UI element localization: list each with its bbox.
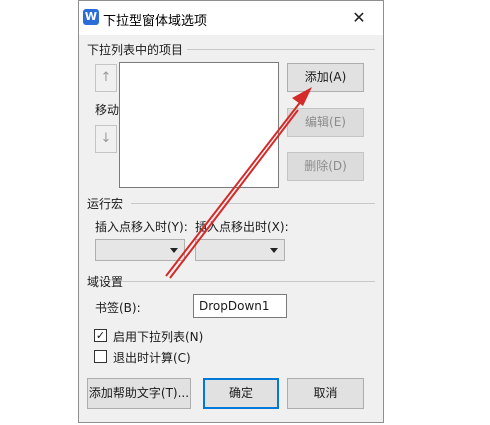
move-label: 移动 bbox=[95, 103, 120, 117]
exit-macro-label: 插入点移出时(X): bbox=[195, 220, 289, 234]
check-icon: ✓ bbox=[95, 329, 106, 342]
run-macro-group-title: 运行宏 bbox=[87, 197, 124, 211]
bookmark-input[interactable]: DropDown1 bbox=[193, 294, 287, 318]
move-up-button[interactable]: ↑ bbox=[95, 64, 117, 92]
dialog-title: 下拉型窗体域选项 bbox=[103, 14, 208, 29]
dropdown-items-listbox[interactable] bbox=[119, 62, 279, 188]
field-settings-group-title: 域设置 bbox=[87, 275, 124, 289]
exit-macro-select[interactable] bbox=[195, 239, 285, 261]
arrow-down-icon: ↓ bbox=[100, 131, 112, 146]
edit-button[interactable]: 编辑(E) bbox=[287, 108, 364, 137]
wps-writer-icon: W bbox=[83, 9, 99, 25]
entry-macro-select[interactable] bbox=[95, 239, 185, 261]
chevron-down-icon bbox=[170, 248, 178, 253]
enable-dropdown-checkbox[interactable]: ✓ bbox=[94, 329, 107, 342]
enable-dropdown-label: 启用下拉列表(N) bbox=[113, 330, 204, 344]
chevron-down-icon bbox=[270, 248, 278, 253]
group-divider bbox=[187, 49, 375, 50]
list-items-group-title: 下拉列表中的项目 bbox=[87, 43, 184, 57]
add-help-text-button[interactable]: 添加帮助文字(T)... bbox=[87, 378, 191, 409]
dropdown-form-field-options-dialog: W 下拉型窗体域选项 ✕ 下拉列表中的项目 ↑ 移动 ↓ 添加(A) 编辑(E)… bbox=[78, 0, 384, 423]
group-divider bbox=[131, 203, 375, 204]
delete-button[interactable]: 删除(D) bbox=[287, 152, 364, 181]
ok-button[interactable]: 确定 bbox=[203, 378, 279, 409]
calc-on-exit-checkbox[interactable] bbox=[94, 350, 107, 363]
entry-macro-label: 插入点移入时(Y): bbox=[95, 220, 188, 234]
calc-on-exit-label: 退出时计算(C) bbox=[113, 351, 191, 365]
title-bar: W 下拉型窗体域选项 ✕ bbox=[79, 1, 383, 35]
cancel-button[interactable]: 取消 bbox=[287, 378, 364, 409]
group-divider bbox=[121, 281, 375, 282]
add-button[interactable]: 添加(A) bbox=[287, 63, 364, 92]
arrow-up-icon: ↑ bbox=[100, 70, 112, 85]
bookmark-label: 书签(B): bbox=[95, 301, 141, 315]
move-down-button[interactable]: ↓ bbox=[95, 125, 117, 153]
close-icon[interactable]: ✕ bbox=[343, 5, 375, 31]
